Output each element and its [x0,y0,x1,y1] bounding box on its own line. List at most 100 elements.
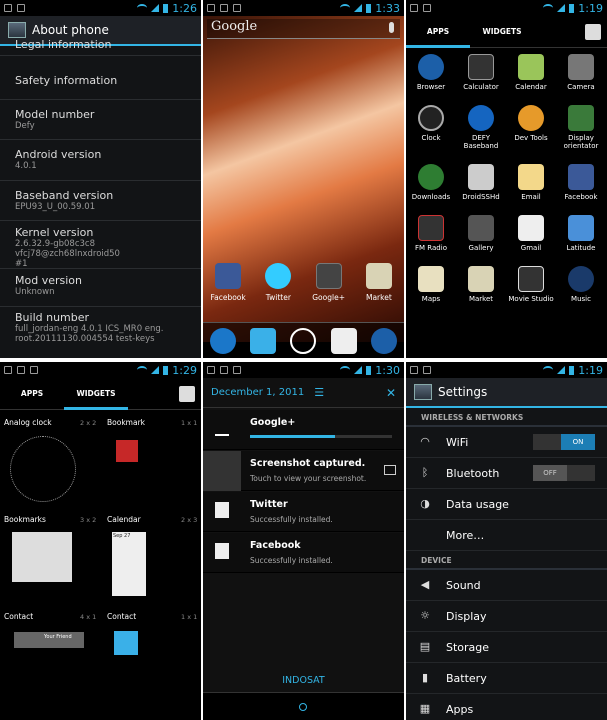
pref-safety[interactable]: Safety information [0,56,201,100]
app-grid: Browser Calculator Calendar Camera Clock… [406,54,607,303]
tab-apps[interactable]: APPS [406,16,470,48]
gmail-icon[interactable] [330,327,357,354]
app-twitter[interactable]: Twitter [254,263,302,302]
pref-title: Baseband version [15,189,114,202]
settings-screen: 1:19 Settings WIRELESS & NETWORKS ◠ WiFi… [406,362,607,720]
notification-google-plus[interactable]: Google+ [203,410,404,450]
pref-legal[interactable]: Legal information [0,38,201,56]
calculator-icon [468,54,494,80]
battery-icon [366,3,372,13]
facebook-icon [215,263,242,289]
clock: 1:19 [578,1,603,15]
app-gmail[interactable]: Gmail [506,215,556,252]
bookmarks-preview [12,532,72,582]
notification-icon [220,4,228,12]
signal-icon [354,366,363,374]
pref-model[interactable]: Model number Defy [0,100,201,140]
app-facebook[interactable]: Facebook [204,263,252,302]
widget-size: 2 x 3 [181,516,198,524]
data-usage-icon: ◑ [420,497,430,510]
mic-icon[interactable] [389,22,394,33]
signal-icon [557,366,566,374]
market-icon[interactable] [585,23,601,40]
gear-icon [518,105,544,131]
notification-twitter[interactable]: Twitter Successfully installed. [203,492,404,532]
status-bar: 1:19 [406,0,607,16]
pref-baseband[interactable]: Baseband version EPU93_U_00.59.01 [0,181,201,221]
setting-storage[interactable]: ▤ Storage [406,632,607,663]
all-apps-icon[interactable] [290,327,317,354]
app-gallery[interactable]: Gallery [456,215,506,252]
setting-display[interactable]: ☼ Display [406,601,607,632]
bluetooth-toggle[interactable]: OFF [533,465,595,481]
market-icon[interactable] [179,385,195,402]
clock-icon [418,105,444,131]
app-defy-baseband[interactable]: DEFY Baseband [456,105,506,150]
app-email[interactable]: Email [506,164,556,201]
app-market[interactable]: Market [355,263,403,302]
app-downloads[interactable]: Downloads [406,164,456,201]
pref-build-number[interactable]: Build number full_jordan-eng 4.0.1 ICS_MR… [0,307,201,357]
speaker-icon: ◀ [420,578,430,591]
app-camera[interactable]: Camera [556,54,606,91]
setting-data-usage[interactable]: ◑ Data usage [406,489,607,520]
app-maps[interactable]: Maps [406,266,456,303]
app-label: Browser [416,83,446,91]
app-browser[interactable]: Browser [406,54,456,91]
setting-bluetooth[interactable]: ᛒ Bluetooth OFF [406,458,607,489]
wifi-icon [137,366,148,374]
app-display-orientator[interactable]: Display orientator [556,105,606,150]
app-label: Market [365,293,392,302]
notification-screenshot[interactable]: Screenshot captured. Touch to view your … [203,451,404,491]
gallery-icon [468,215,494,241]
setting-battery[interactable]: ▮ Battery [406,663,607,694]
app-label: Display orientator [563,134,599,150]
setting-more[interactable]: More… [406,520,607,551]
app-label: Downloads [411,193,451,201]
app-movie-studio[interactable]: Movie Studio [506,266,556,303]
app-clock[interactable]: Clock [406,105,456,150]
app-facebook[interactable]: Facebook [556,164,606,201]
setting-sound[interactable]: ◀ Sound [406,570,607,601]
shade-handle[interactable] [203,692,404,720]
setting-apps[interactable]: ▦ Apps [406,694,607,720]
app-label: Music [571,295,591,303]
widget-size: 3 x 2 [80,516,97,524]
pref-kernel[interactable]: Kernel version 2.6.32.9-gb08c3c8 vfcj78@z… [0,221,201,269]
pref-mod-version[interactable]: Mod version Unknown [0,269,201,307]
notification-facebook[interactable]: Facebook Successfully installed. [203,533,404,573]
section-device: DEVICE [406,551,607,570]
app-google-plus[interactable]: Google+ [305,263,353,302]
app-music[interactable]: Music [556,266,606,303]
setting-label: WiFi [446,435,469,449]
wifi-toggle[interactable]: ON [533,434,595,450]
settings-app-icon[interactable] [8,22,26,38]
tab-apps[interactable]: APPS [0,378,64,410]
app-market[interactable]: Market [456,266,506,303]
notification-icon [423,4,431,12]
app-dev-tools[interactable]: Dev Tools [506,105,556,150]
close-icon[interactable]: ✕ [386,386,396,400]
app-droidsshd[interactable]: DroidSSHd [456,164,506,201]
contacts-icon[interactable] [250,327,277,354]
pref-android-version[interactable]: Android version 4.0.1 [0,140,201,181]
notification-header: December 1, 2011 ☰ ✕ [203,378,404,408]
tab-widgets[interactable]: WIDGETS [470,16,534,48]
wifi-icon [543,366,554,374]
gmail-icon [518,215,544,241]
settings-icon[interactable]: ☰ [314,386,324,399]
app-label: Market [468,295,494,303]
settings-app-icon[interactable] [414,384,432,400]
setting-wifi[interactable]: ◠ WiFi ON [406,427,607,458]
google-search-bar[interactable]: Google [207,19,400,39]
tab-widgets[interactable]: WIDGETS [64,378,128,410]
phone-icon[interactable] [210,327,237,354]
notification-icon [17,366,25,374]
app-fm-radio[interactable]: FM Radio [406,215,456,252]
browser-icon[interactable] [370,327,397,354]
app-calculator[interactable]: Calculator [456,54,506,91]
google-plus-icon [315,263,342,289]
app-calendar[interactable]: Calendar [506,54,556,91]
app-latitude[interactable]: Latitude [556,215,606,252]
notification-summary: Touch to view your screenshot. [250,474,367,483]
